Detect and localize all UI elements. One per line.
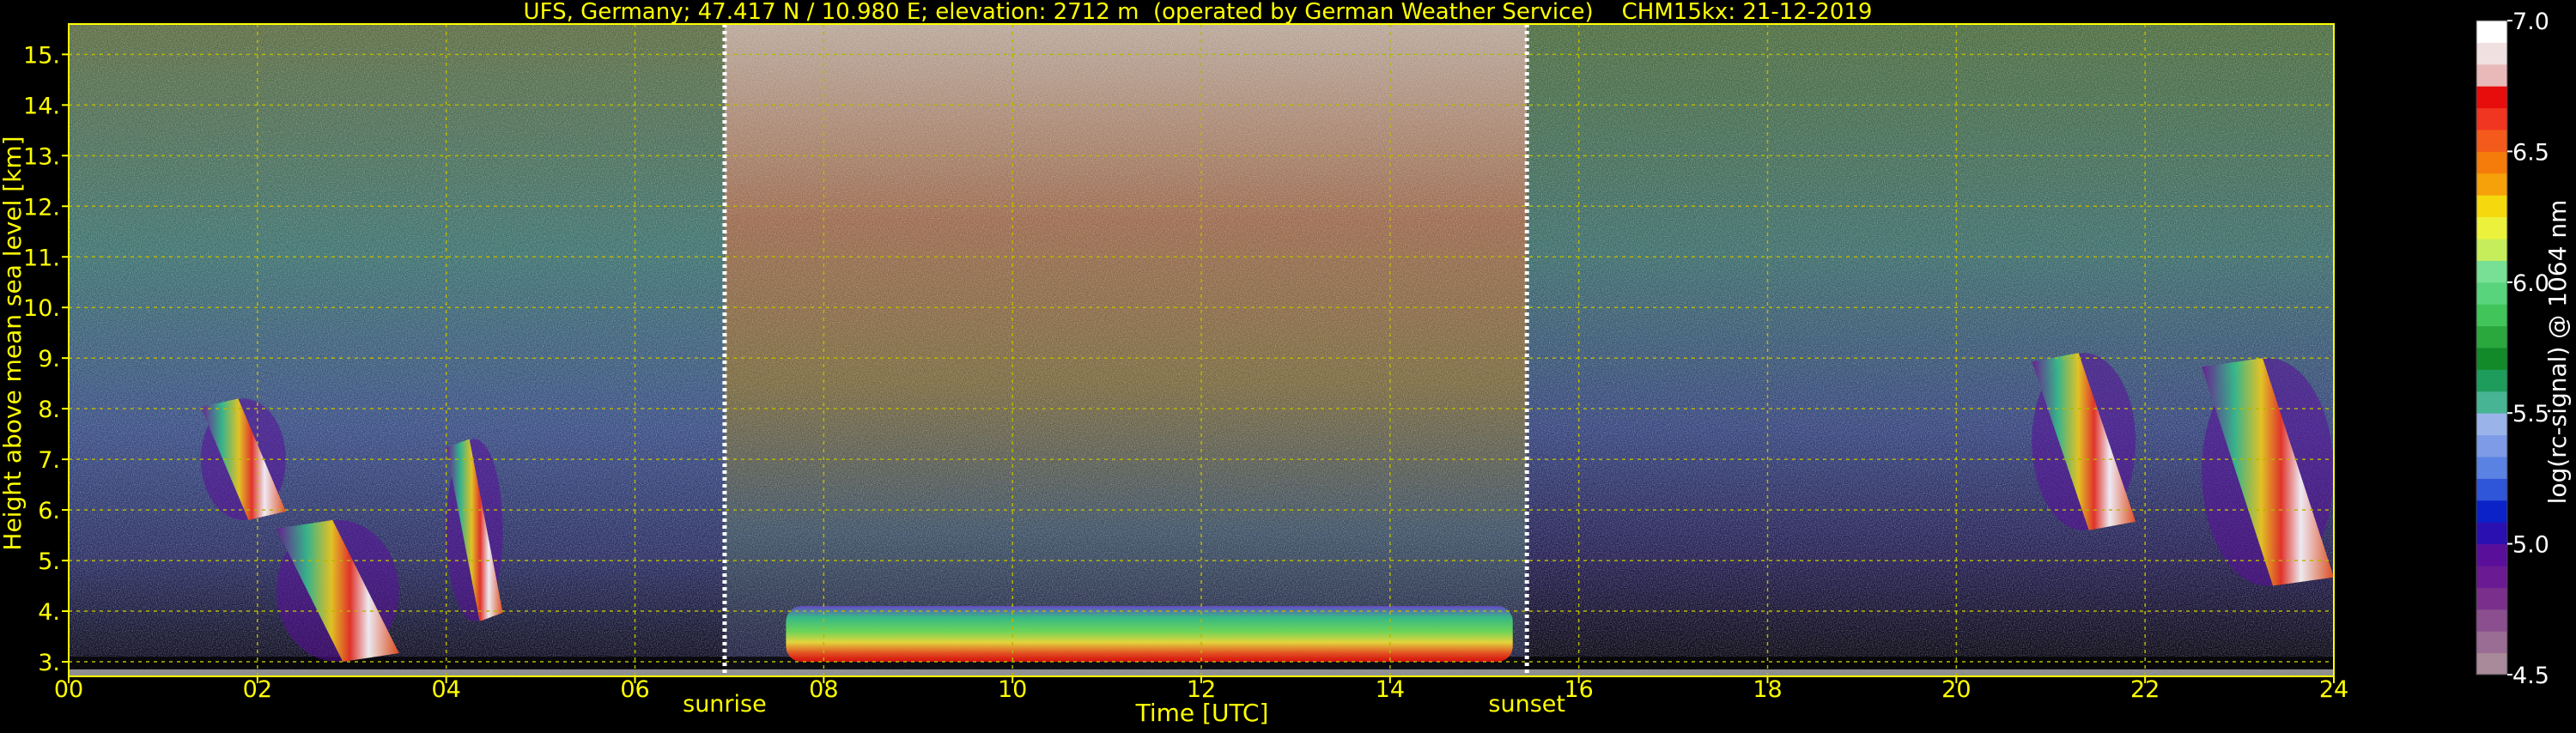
y-tick-label: 14. (23, 93, 60, 119)
colorbar-tick-label: 4.5 (2512, 663, 2549, 689)
colorbar-swatch (2476, 216, 2507, 239)
colorbar-tick-label: 6.5 (2512, 139, 2549, 166)
colorbar-swatch (2476, 239, 2507, 261)
x-tick-label: 14 (1376, 676, 1405, 703)
x-tick-label: 10 (998, 676, 1027, 703)
marker-label: sunrise (683, 691, 767, 718)
y-axis-label: Height above mean sea level [km] (0, 136, 27, 550)
cloud-feature (276, 519, 399, 663)
colorbar-swatch (2476, 413, 2507, 436)
colorbar-swatch (2476, 260, 2507, 283)
colorbar-swatch (2476, 21, 2507, 43)
colorbar-swatch (2476, 173, 2507, 196)
y-tick-label: 3. (38, 650, 60, 676)
colorbar-swatch (2476, 107, 2507, 130)
y-tick-label: 15. (23, 42, 60, 69)
colorbar-swatch (2476, 566, 2507, 588)
chart-root: sunrise sunset 00 02 04 06 08 10 12 14 16 18 20 22 24… (0, 0, 2576, 730)
colorbar-swatch (2476, 500, 2507, 523)
colorbar-label: log(rc-signal) @ 1064 nm (2543, 200, 2572, 505)
colorbar-tick-label: 5.0 (2512, 532, 2549, 559)
x-tick-label: 08 (809, 676, 838, 703)
x-tick-label: 18 (1753, 676, 1782, 703)
colorbar-swatch (2476, 42, 2507, 65)
colorbar-swatch (2476, 522, 2507, 545)
x-tick-label: 02 (243, 676, 272, 703)
colorbar-swatch (2476, 434, 2507, 457)
marker-label: sunset (1488, 691, 1565, 718)
x-tick-label: 04 (431, 676, 460, 703)
colorbar-swatch (2476, 369, 2507, 392)
y-tick-label: 9. (38, 346, 60, 373)
colorbar-swatch (2476, 587, 2507, 610)
y-tick-label: 6. (38, 498, 60, 524)
y-tick-label: 5. (38, 548, 60, 575)
colorbar-tick-label: 7.0 (2512, 9, 2549, 35)
colorbar-swatch (2476, 348, 2507, 370)
colorbar-swatch (2476, 86, 2507, 109)
y-tick-label: 13. (23, 143, 60, 170)
y-tick-label: 8. (38, 397, 60, 423)
x-tick-label: 00 (54, 676, 83, 703)
colorbar-swatch (2476, 325, 2507, 348)
cloud-feature (2202, 358, 2334, 586)
cloud-feature (2032, 353, 2136, 530)
chart-title: UFS, Germany; 47.417 N / 10.980 E; eleva… (524, 0, 1873, 25)
colorbar-swatch (2476, 130, 2507, 152)
colorbar-swatch (2476, 64, 2507, 87)
y-tick-label: 10. (23, 295, 60, 322)
cloud-feature (446, 439, 503, 621)
boundary-layer-aerosol (786, 606, 1513, 663)
colorbar: 4.55.05.56.06.57.0 (2476, 9, 2549, 689)
colorbar-swatch (2476, 652, 2507, 675)
colorbar-swatch (2476, 391, 2507, 414)
colorbar-swatch (2476, 609, 2507, 632)
colorbar-swatch (2476, 631, 2507, 654)
y-tick-label: 11. (23, 245, 60, 271)
x-tick-label: 22 (2130, 676, 2160, 703)
colorbar-swatch (2476, 195, 2507, 218)
x-axis-label: Time [UTC] (1135, 699, 1269, 727)
colorbar-swatch (2476, 151, 2507, 174)
colorbar-swatch (2476, 457, 2507, 479)
y-tick-label: 7. (38, 447, 60, 474)
y-tick-label: 12. (23, 194, 60, 221)
x-tick-label: 06 (620, 676, 649, 703)
colorbar-swatch (2476, 304, 2507, 327)
y-tick-label: 4. (38, 599, 60, 626)
colorbar-swatch (2476, 478, 2507, 501)
colorbar-swatch (2476, 543, 2507, 566)
x-tick-label: 20 (1941, 676, 1971, 703)
x-tick-label: 24 (2319, 676, 2348, 703)
colorbar-swatch (2476, 282, 2507, 305)
x-tick-label: 16 (1564, 676, 1593, 703)
y-axis-ticks: 3. 4. 5. 6. 7. 8. 9. 10. 11. 12. 13. 14. 15. (23, 42, 69, 676)
chart-svg: sunrise sunset 00 02 04 06 08 10 12 14 16 18 20 22 24… (0, 0, 2572, 727)
